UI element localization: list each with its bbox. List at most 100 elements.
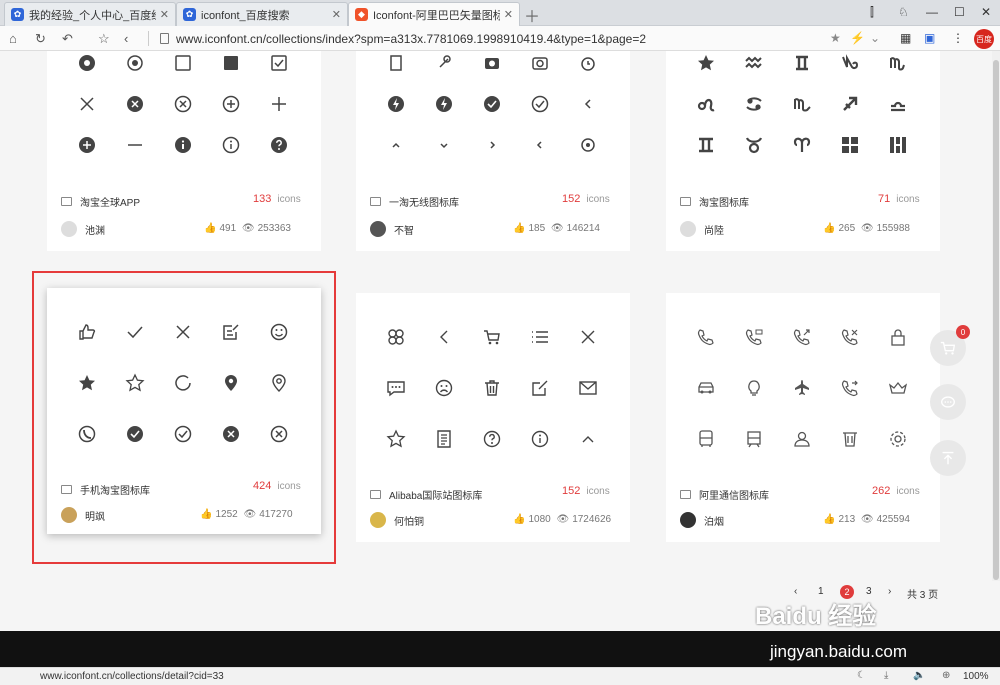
plus-icon	[267, 92, 291, 116]
bus-icon	[694, 427, 718, 451]
collection-icon	[370, 490, 381, 499]
collection-name[interactable]: Alibaba国际站图标库	[370, 487, 482, 502]
close-icon[interactable]: ✕	[332, 8, 341, 21]
phone-outgoing-icon	[790, 325, 814, 349]
zoom-icon[interactable]: ⊕	[942, 670, 950, 681]
card-stats: 👍 1080 👁 1724626	[513, 514, 612, 525]
circle-filled-icon	[75, 51, 99, 75]
avatar	[61, 221, 77, 237]
home-icon[interactable]: ⌂	[9, 31, 17, 46]
gemini-icon	[694, 133, 718, 157]
icon-count: 133 icons	[253, 193, 301, 205]
trash-icon	[480, 376, 504, 400]
collection-name[interactable]: 淘宝图标库	[680, 194, 749, 209]
check-circle-icon	[528, 92, 552, 116]
scrollbar-thumb[interactable]	[993, 60, 999, 580]
info-icon	[528, 427, 552, 451]
baidu-paw-icon: ✿	[183, 8, 196, 21]
mail-icon	[576, 376, 600, 400]
author[interactable]: 池渊	[61, 221, 105, 237]
close-icon	[75, 92, 99, 116]
edit-icon	[528, 376, 552, 400]
checkbox-tick-icon	[267, 51, 291, 75]
like-icon: 👍	[204, 223, 217, 234]
close-window-button[interactable]: ✕	[981, 5, 991, 19]
car-icon	[694, 376, 718, 400]
apps-icon	[886, 133, 910, 157]
gemini-alt-icon	[790, 51, 814, 75]
author[interactable]: 尚陸	[680, 221, 724, 237]
pager-next-button[interactable]: ›	[888, 586, 891, 597]
collection-icon	[370, 197, 381, 206]
dropdown-icon[interactable]: ⌄	[870, 31, 880, 45]
collection-card[interactable]: 淘宝图标库 71 icons 尚陸 👍 265 👁 155988	[666, 51, 940, 251]
arrow-up-icon	[942, 451, 954, 465]
aquarius-icon	[742, 51, 766, 75]
grid-icon	[838, 133, 862, 157]
back-to-top-button[interactable]	[930, 440, 966, 476]
author[interactable]: 泊烟	[680, 512, 724, 528]
close-icon[interactable]: ✕	[160, 8, 169, 21]
back-history-icon[interactable]: ↶	[62, 31, 73, 47]
airplane-icon	[790, 376, 814, 400]
maximize-button[interactable]: ☐	[954, 5, 965, 19]
refresh-icon[interactable]: ↻	[35, 31, 46, 47]
back-icon[interactable]: ‹	[124, 31, 128, 46]
sidebar-toggle-icon[interactable]: ⫿	[870, 5, 874, 20]
lightning-icon[interactable]: ⚡	[850, 31, 865, 45]
sagittarius-icon	[838, 92, 862, 116]
link-icon	[432, 51, 456, 75]
url-field[interactable]: www.iconfont.cn/collections/index?spm=a3…	[176, 32, 646, 46]
annotation-highlight-box	[32, 271, 336, 564]
cancer-icon	[742, 92, 766, 116]
feedback-float-button[interactable]	[930, 384, 966, 420]
translate-icon[interactable]: ▣	[924, 31, 935, 45]
moon-icon[interactable]: ☾	[857, 670, 866, 681]
collection-name[interactable]: 一淘无线图标库	[370, 194, 459, 209]
download-icon[interactable]: ⤓	[884, 670, 888, 681]
skin-icon[interactable]: ♘	[898, 5, 909, 19]
tab-iconfont[interactable]: ◆ Iconfont-阿里巴巴矢量图标库 ✕	[348, 2, 520, 26]
close-icon[interactable]: ✕	[504, 8, 513, 21]
sad-face-icon	[432, 376, 456, 400]
tab-baidu-jingyan[interactable]: ✿ 我的经验_个人中心_百度经验 ✕	[4, 2, 176, 26]
collection-name[interactable]: 淘宝全球APP	[61, 194, 140, 209]
bulb-icon	[742, 376, 766, 400]
minimize-button[interactable]: —	[926, 5, 938, 19]
capricorn-icon	[838, 51, 862, 75]
chevron-up-icon	[576, 427, 600, 451]
bookmark-star-icon[interactable]: ★	[830, 31, 841, 45]
menu-dots-icon[interactable]: ⋮	[952, 31, 964, 45]
volume-icon[interactable]: 🔈	[913, 670, 925, 681]
message-icon	[384, 376, 408, 400]
new-tab-button[interactable]: ＋	[524, 3, 540, 27]
icon-count: 71 icons	[878, 193, 920, 205]
collection-card[interactable]: 淘宝全球APP 133 icons 池渊 👍 491 👁 253363	[47, 51, 321, 251]
add-circle-filled-icon	[75, 133, 99, 157]
collection-name[interactable]: 阿里通信图标库	[680, 487, 769, 502]
eye-icon: 👁	[550, 223, 564, 234]
settings-icon	[886, 427, 910, 451]
collection-card[interactable]: Alibaba国际站图标库 152 icons 何怕铜 👍 1080 👁 172462…	[356, 293, 630, 542]
author[interactable]: 不智	[370, 221, 414, 237]
collection-card[interactable]: 一淘无线图标库 152 icons 不智 👍 185 👁 146214	[356, 51, 630, 251]
avatar	[370, 512, 386, 528]
clipboard-icon	[384, 51, 408, 75]
star-icon[interactable]: ☆	[98, 31, 110, 47]
qr-icon[interactable]: ▦	[900, 31, 911, 45]
phone-forward-icon	[838, 376, 862, 400]
card-stats: 👍 265 👁 155988	[823, 223, 910, 234]
watermark-site: jingyan.baidu.com	[770, 642, 908, 661]
author[interactable]: 何怕铜	[370, 512, 424, 528]
flash-circle-alt-icon	[432, 92, 456, 116]
extension-avatar[interactable]: 百度	[974, 29, 994, 49]
aries-icon	[790, 133, 814, 157]
collection-card[interactable]: 阿里通信图标库 262 icons 泊烟 👍 213 👁 425594	[666, 293, 940, 542]
icon-count: 262 icons	[872, 485, 920, 497]
libra-icon	[886, 92, 910, 116]
close-circle-icon	[171, 92, 195, 116]
pager-total: 共 3 页	[907, 590, 939, 601]
tab-baidu-search[interactable]: ✿ iconfont_百度搜索 ✕	[176, 2, 348, 26]
zoom-level[interactable]: 100%	[963, 671, 989, 682]
phone-icon	[694, 325, 718, 349]
